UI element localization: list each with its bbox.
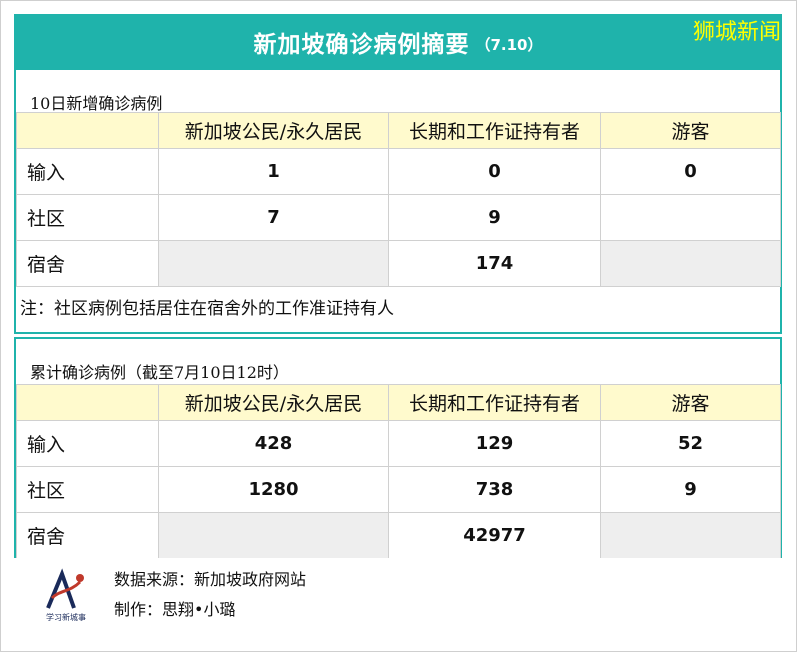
table-cell: 174 [388, 240, 601, 287]
table-cell: 42977 [388, 512, 601, 559]
new-cases-table: 新加坡公民/永久居民 长期和工作证持有者 游客 输入 1 0 0 社区 7 9 … [16, 112, 781, 287]
row-label: 输入 [16, 420, 159, 467]
table-cell: 9 [388, 194, 601, 241]
note-text: 注：社区病例包括居住在宿舍外的工作准证持有人 [20, 299, 394, 319]
row-label: 宿舍 [16, 512, 159, 559]
data-source: 数据来源：新加坡政府网站 [114, 570, 307, 589]
new-cases-section: 10日新增确诊病例 新加坡公民/永久居民 长期和工作证持有者 游客 输入 1 0… [14, 70, 782, 334]
table-cell [600, 240, 781, 287]
page-title: 新加坡确诊病例摘要 [253, 32, 470, 58]
table-cell: 1 [158, 148, 389, 195]
table-header-row: 新加坡公民/永久居民 长期和工作证持有者 游客 [16, 384, 781, 421]
header-corner [16, 384, 159, 421]
row-label: 输入 [16, 148, 159, 195]
table-row: 宿舍 42977 [16, 512, 781, 559]
row-label: 社区 [16, 194, 159, 241]
column-header: 长期和工作证持有者 [388, 112, 601, 149]
column-header: 游客 [600, 112, 781, 149]
table-cell: 52 [600, 420, 781, 467]
new-cases-caption: 10日新增确诊病例 [30, 94, 163, 113]
table-cell [600, 512, 781, 559]
table-cell [158, 512, 389, 559]
footer: 学习新城事 数据来源：新加坡政府网站 制作：思翔•小璐 [14, 558, 782, 640]
cumulative-caption: 累计确诊病例（截至7月10日12时） [30, 363, 289, 382]
table-cell [158, 240, 389, 287]
table-row: 社区 1280 738 9 [16, 466, 781, 513]
row-label: 社区 [16, 466, 159, 513]
table-cell: 1280 [158, 466, 389, 513]
table-row: 输入 428 129 52 [16, 420, 781, 467]
table-cell: 129 [388, 420, 601, 467]
title-banner: 新加坡确诊病例摘要 （7.10） [14, 14, 782, 70]
table-cell: 0 [388, 148, 601, 195]
cumulative-table: 新加坡公民/永久居民 长期和工作证持有者 游客 输入 428 129 52 社区… [16, 384, 781, 559]
cumulative-section: 累计确诊病例（截至7月10日12时） 新加坡公民/永久居民 长期和工作证持有者 … [14, 337, 782, 560]
column-header: 新加坡公民/永久居民 [158, 384, 389, 421]
table-row: 社区 7 9 [16, 194, 781, 241]
table-cell: 428 [158, 420, 389, 467]
table-header-row: 新加坡公民/永久居民 长期和工作证持有者 游客 [16, 112, 781, 149]
column-header: 新加坡公民/永久居民 [158, 112, 389, 149]
table-row: 输入 1 0 0 [16, 148, 781, 195]
column-header: 游客 [600, 384, 781, 421]
logo-text: 学习新城事 [46, 612, 86, 622]
table-cell: 7 [158, 194, 389, 241]
logo-icon: 学习新城事 [36, 568, 96, 624]
maker-credit: 制作：思翔•小璐 [114, 600, 236, 619]
brand-label: 狮城新闻 [692, 20, 781, 45]
table-row: 宿舍 174 [16, 240, 781, 287]
table-cell: 738 [388, 466, 601, 513]
header-corner [16, 112, 159, 149]
column-header: 长期和工作证持有者 [388, 384, 601, 421]
row-label: 宿舍 [16, 240, 159, 287]
table-cell [600, 194, 781, 241]
table-cell: 9 [600, 466, 781, 513]
table-cell: 0 [600, 148, 781, 195]
report-date: （7.10） [475, 35, 543, 54]
